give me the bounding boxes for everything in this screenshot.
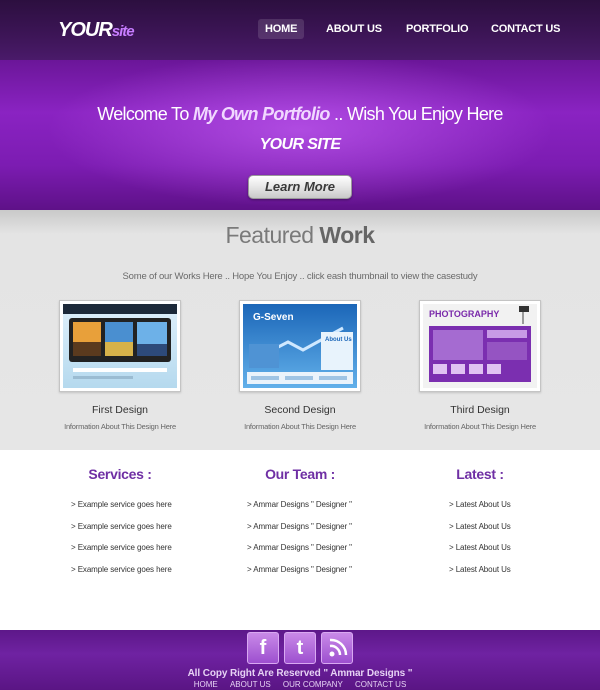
work-item-first: First Design Information About This Desi… bbox=[59, 300, 181, 431]
footer: f t All Copy Right Are Reserved " Ammar … bbox=[0, 630, 600, 690]
hero-title-pre: Welcome To bbox=[97, 104, 193, 124]
footer-link-contact-us[interactable]: CONTACT US bbox=[355, 680, 406, 689]
work-info: Information About This Design Here bbox=[244, 422, 356, 431]
services-list: > Example service goes here > Example se… bbox=[20, 500, 220, 586]
list-item[interactable]: > Ammar Designs " Designer " bbox=[247, 522, 400, 544]
list-item[interactable]: > Latest About Us bbox=[449, 543, 580, 565]
work-item-second: G-Seven About Us Second Design Informati… bbox=[239, 300, 361, 431]
work-thumbnail-first[interactable] bbox=[59, 300, 181, 392]
list-item[interactable]: > Example service goes here bbox=[71, 543, 220, 565]
thumb-heading-gseven: G-Seven bbox=[253, 312, 294, 323]
hero-title-emphasis: My Own Portfolio bbox=[192, 104, 330, 124]
services-column: Services : > Example service goes here >… bbox=[20, 466, 220, 586]
nav-about-us[interactable]: ABOUT US bbox=[326, 23, 382, 35]
facebook-icon: f bbox=[259, 637, 267, 659]
nav-home[interactable]: HOME bbox=[258, 19, 305, 39]
latest-title: Latest : bbox=[456, 466, 504, 482]
featured-title: Featured Work bbox=[0, 222, 600, 249]
thumbnail-image-third: PHOTOGRAPHY bbox=[423, 304, 537, 388]
list-item[interactable]: > Ammar Designs " Designer " bbox=[247, 500, 400, 522]
footer-link-about-us[interactable]: ABOUT US bbox=[230, 680, 271, 689]
list-item[interactable]: > Example service goes here bbox=[71, 500, 220, 522]
featured-title-light: Featured bbox=[225, 222, 320, 248]
work-title: Second Design bbox=[264, 404, 336, 416]
rss-button[interactable] bbox=[321, 632, 353, 664]
services-title: Services : bbox=[88, 466, 152, 482]
footer-link-home[interactable]: HOME bbox=[194, 680, 218, 689]
thumbnail-image-second: G-Seven About Us bbox=[243, 304, 357, 388]
list-item[interactable]: > Ammar Designs " Designer " bbox=[247, 543, 400, 565]
list-item[interactable]: > Example service goes here bbox=[71, 565, 220, 587]
featured-title-bold: Work bbox=[319, 222, 375, 248]
top-bar: YOURsite HOME ABOUT US PORTFOLIO CONTACT… bbox=[0, 0, 600, 60]
latest-list: > Latest About Us > Latest About Us > La… bbox=[380, 500, 580, 586]
hero-title-post: .. Wish You Enjoy Here bbox=[329, 104, 503, 124]
learn-more-button[interactable]: Learn More bbox=[248, 175, 352, 199]
logo-text-your: YOUR bbox=[58, 19, 113, 41]
featured-description: Some of our Works Here .. Hope You Enjoy… bbox=[122, 271, 478, 282]
list-item[interactable]: > Latest About Us bbox=[449, 500, 580, 522]
team-list: > Ammar Designs " Designer " > Ammar Des… bbox=[200, 500, 400, 586]
team-title: Our Team : bbox=[265, 466, 335, 482]
facebook-button[interactable]: f bbox=[247, 632, 279, 664]
list-item[interactable]: > Ammar Designs " Designer " bbox=[247, 565, 400, 587]
thumb-heading-photography: PHOTOGRAPHY bbox=[429, 309, 499, 319]
work-info: Information About This Design Here bbox=[64, 422, 176, 431]
team-column: Our Team : > Ammar Designs " Designer " … bbox=[200, 466, 400, 586]
work-thumbnail-third[interactable]: PHOTOGRAPHY bbox=[419, 300, 541, 392]
rss-icon bbox=[329, 638, 348, 657]
nav-contact-us[interactable]: CONTACT US bbox=[491, 23, 560, 35]
work-thumbnail-second[interactable]: G-Seven About Us bbox=[239, 300, 361, 392]
footer-link-our-company[interactable]: OUR COMPANY bbox=[283, 680, 343, 689]
twitter-icon: t bbox=[296, 637, 304, 659]
logo-text-site: site bbox=[111, 23, 135, 40]
copyright-text: All Copy Right Are Reserved " Ammar Desi… bbox=[187, 668, 413, 679]
work-item-third: PHOTOGRAPHY Third Design Information Abo… bbox=[419, 300, 541, 431]
work-title: Third Design bbox=[450, 404, 510, 416]
twitter-button[interactable]: t bbox=[284, 632, 316, 664]
site-logo[interactable]: YOURsite bbox=[58, 19, 135, 42]
featured-work-section: Featured Work Some of our Works Here .. … bbox=[0, 210, 600, 450]
thumb-box-about: About Us bbox=[325, 337, 352, 343]
list-item[interactable]: > Example service goes here bbox=[71, 522, 220, 544]
nav-portfolio[interactable]: PORTFOLIO bbox=[406, 23, 469, 35]
hero-subtitle: YOUR SITE bbox=[259, 136, 341, 153]
thumbnail-image-first bbox=[63, 304, 177, 388]
list-item[interactable]: > Latest About Us bbox=[449, 522, 580, 544]
info-columns: Services : > Example service goes here >… bbox=[0, 450, 600, 630]
footer-links: HOME ABOUT US OUR COMPANY CONTACT US bbox=[0, 680, 600, 689]
work-info: Information About This Design Here bbox=[424, 422, 536, 431]
hero-title: Welcome To My Own Portfolio .. Wish You … bbox=[0, 104, 600, 125]
latest-column: Latest : > Latest About Us > Latest Abou… bbox=[380, 466, 580, 586]
hero-banner: Welcome To My Own Portfolio .. Wish You … bbox=[0, 60, 600, 210]
work-title: First Design bbox=[91, 404, 148, 416]
list-item[interactable]: > Latest About Us bbox=[449, 565, 580, 587]
